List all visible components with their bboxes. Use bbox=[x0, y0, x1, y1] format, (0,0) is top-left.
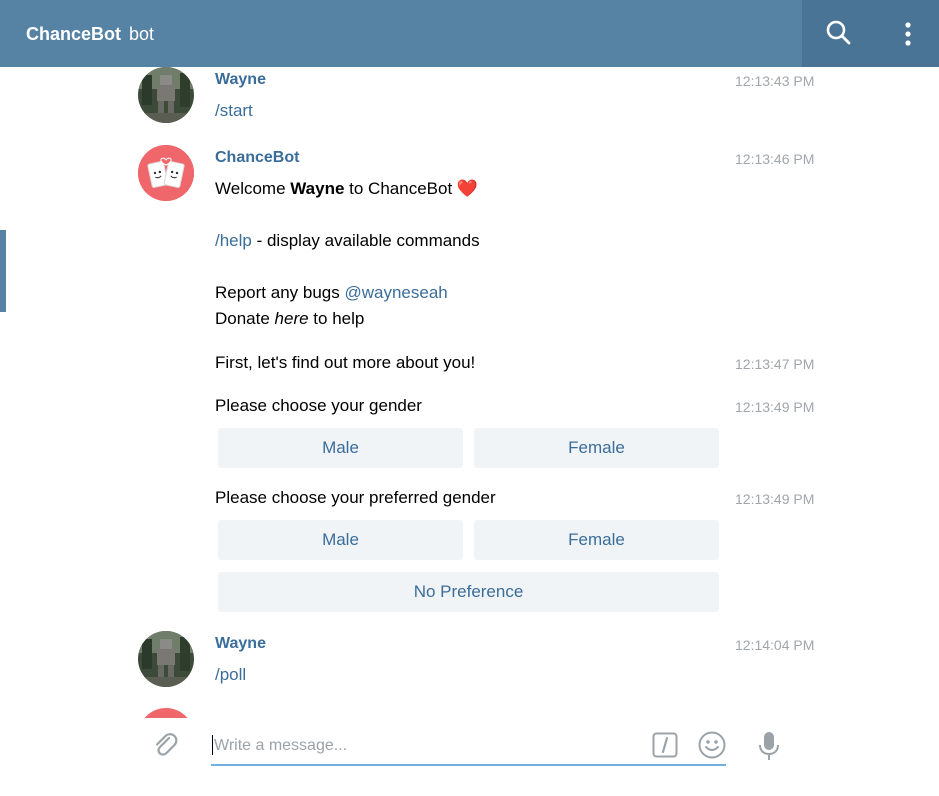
command-link-start[interactable]: /start bbox=[215, 100, 253, 122]
command-link-poll[interactable]: /poll bbox=[215, 664, 246, 686]
chat-header: ChanceBot bot bbox=[0, 0, 939, 67]
message-text: Please choose your gender bbox=[215, 396, 422, 415]
text-caret bbox=[212, 735, 213, 755]
help-description: - display available commands bbox=[251, 231, 480, 250]
bot-commands-button[interactable] bbox=[652, 732, 678, 758]
welcome-line: Welcome Wayne to ChanceBot ❤️ bbox=[215, 178, 478, 200]
slash-commands-icon bbox=[652, 732, 678, 758]
side-indicator bbox=[0, 230, 6, 312]
donate-suffix: to help bbox=[308, 309, 365, 328]
avatar-chancebot-partial bbox=[138, 708, 194, 718]
search-icon bbox=[826, 20, 851, 45]
donate-link[interactable]: here bbox=[275, 309, 309, 328]
message-time: 12:13:46 PM bbox=[735, 151, 815, 167]
chat-title[interactable]: ChanceBot bbox=[26, 22, 121, 46]
keyboard-button-no-preference[interactable]: No Preference bbox=[218, 572, 719, 612]
paperclip-icon bbox=[155, 733, 178, 756]
message-input[interactable] bbox=[211, 728, 726, 766]
keyboard-button-preferred-female[interactable]: Female bbox=[474, 520, 719, 560]
voice-record-button[interactable] bbox=[756, 730, 782, 762]
emoji-smile-icon bbox=[698, 731, 726, 759]
microphone-icon bbox=[759, 732, 779, 760]
message-time: 12:13:49 PM bbox=[735, 399, 815, 415]
message-author[interactable]: Wayne bbox=[215, 634, 266, 654]
message-author[interactable]: Wayne bbox=[215, 70, 266, 90]
welcome-name: Wayne bbox=[290, 179, 345, 198]
mention-link[interactable]: @wayneseah bbox=[344, 283, 447, 302]
message-time: 12:13:49 PM bbox=[735, 491, 815, 507]
chancebot-logo-icon bbox=[138, 145, 194, 201]
chat-subtitle: bot bbox=[129, 24, 155, 44]
message-text: First, let's find out more about you! bbox=[215, 353, 476, 372]
keyboard-button-female[interactable]: Female bbox=[474, 428, 719, 468]
more-menu-button[interactable] bbox=[896, 16, 920, 50]
command-link-help[interactable]: /help bbox=[215, 231, 252, 250]
donate-line: Donate here to help bbox=[215, 308, 364, 330]
attach-button[interactable] bbox=[150, 730, 180, 760]
message-time: 12:13:47 PM bbox=[735, 356, 815, 372]
keyboard-button-preferred-male[interactable]: Male bbox=[218, 520, 463, 560]
emoji-button[interactable] bbox=[697, 730, 727, 760]
user-photo-icon bbox=[138, 67, 194, 123]
message-time: 12:13:43 PM bbox=[735, 73, 815, 89]
avatar-wayne[interactable] bbox=[138, 631, 194, 687]
welcome-suffix: to ChanceBot bbox=[344, 179, 453, 198]
heart-emoji: ❤️ bbox=[456, 179, 479, 198]
search-button[interactable] bbox=[822, 16, 856, 50]
help-line: /help - display available commands bbox=[215, 230, 480, 252]
chat-window: ChanceBot bot Wayne 12:13:43 PM /start C… bbox=[0, 0, 939, 796]
donate-prefix: Donate bbox=[215, 309, 275, 328]
message-time: 12:14:04 PM bbox=[735, 637, 815, 653]
bugs-prefix: Report any bugs bbox=[215, 283, 345, 302]
user-photo-icon bbox=[138, 631, 194, 687]
welcome-prefix: Welcome bbox=[215, 179, 291, 198]
avatar-wayne[interactable] bbox=[138, 67, 194, 123]
bugs-line: Report any bugs @wayneseah bbox=[215, 282, 448, 304]
keyboard-button-male[interactable]: Male bbox=[218, 428, 463, 468]
message-author[interactable]: ChanceBot bbox=[215, 148, 299, 168]
avatar-chancebot[interactable] bbox=[138, 145, 194, 201]
message-composer bbox=[0, 718, 939, 796]
message-text: Please choose your preferred gender bbox=[215, 488, 496, 507]
header-tools bbox=[802, 0, 939, 67]
more-vertical-icon bbox=[905, 22, 911, 46]
